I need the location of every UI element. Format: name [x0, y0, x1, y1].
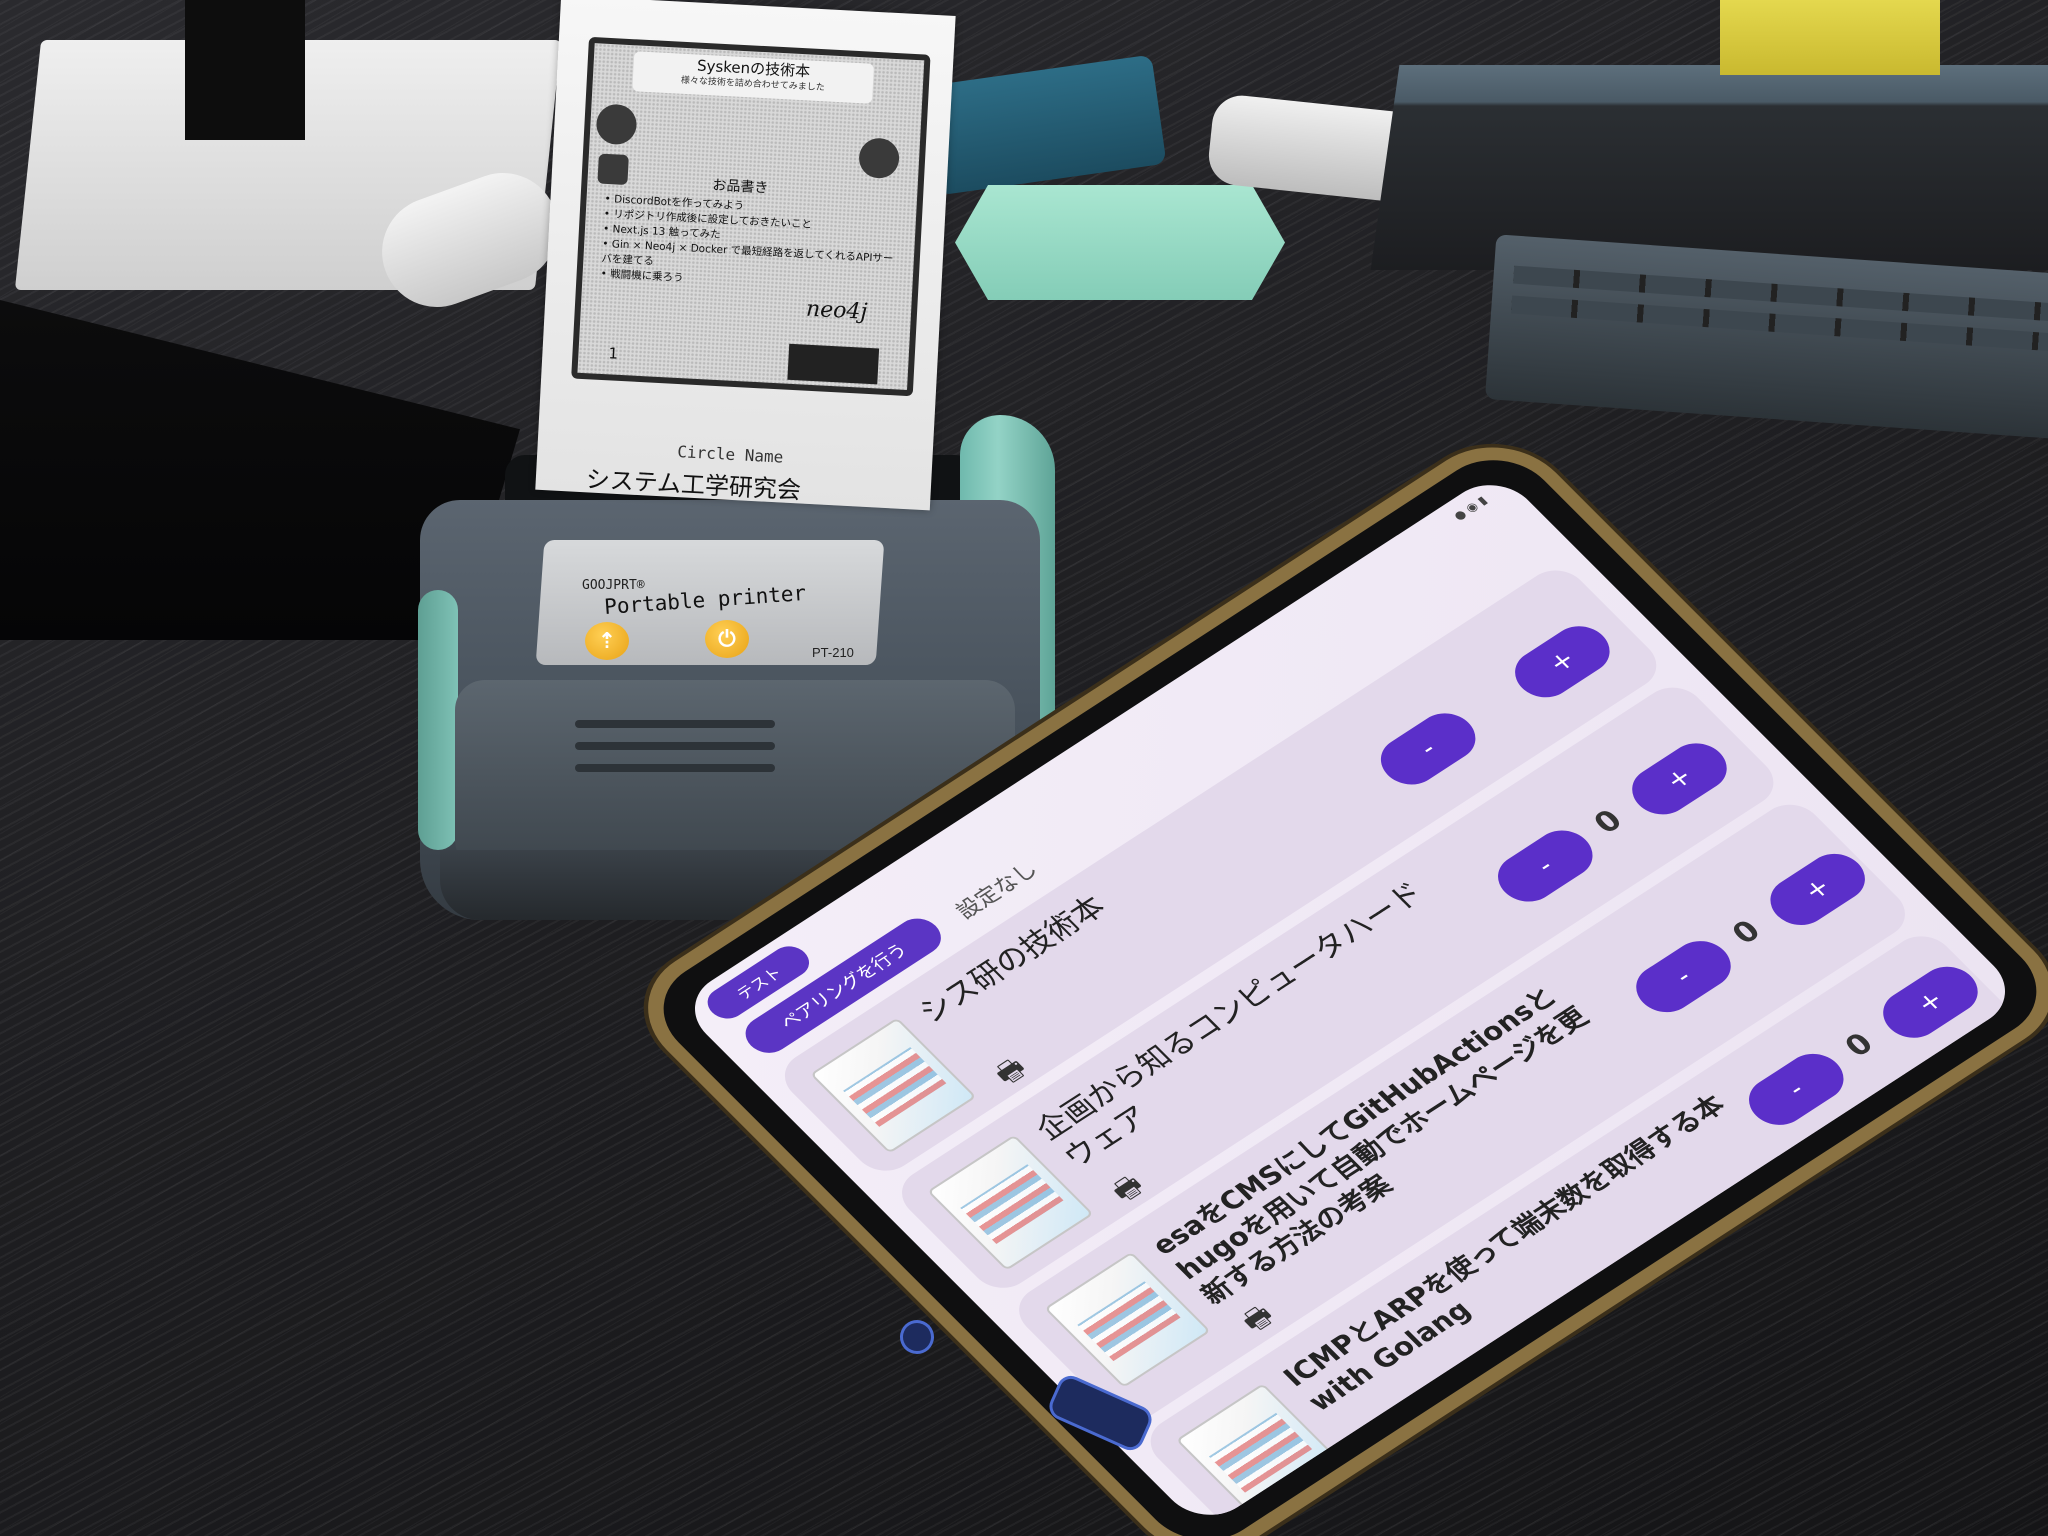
- printed-receipt: Syskenの技術本 様々な技術を詰め合わせてみました お品書き Discord…: [535, 0, 956, 511]
- status-bar-icons: ● ◉ ▮: [1450, 493, 1491, 523]
- power-icon: ⏻: [718, 626, 736, 652]
- receipt-icon-circle: [595, 103, 638, 146]
- receipt-title-box: Syskenの技術本 様々な技術を詰め合わせてみました: [632, 51, 875, 104]
- receipt-menu-list: DiscordBotを作ってみよう リポジトリ作成後に設定しておきたいこと Ne…: [600, 192, 904, 298]
- decrement-button[interactable]: -: [1369, 703, 1488, 794]
- printer-brand: GOOJPRT®: [582, 578, 645, 593]
- printer-model-number: PT-210: [812, 645, 854, 660]
- printer-side-trim-left: [418, 590, 458, 850]
- book-cover: [809, 1017, 977, 1154]
- printer-power-button[interactable]: ⏻: [705, 620, 749, 658]
- increment-button[interactable]: +: [1620, 733, 1739, 824]
- printer-icon[interactable]: 🖶: [1232, 1296, 1289, 1345]
- increment-button[interactable]: +: [1503, 616, 1622, 707]
- black-strap: [185, 0, 305, 140]
- quantity-value: 0: [1837, 1027, 1881, 1064]
- hexagon-pad: [955, 185, 1285, 300]
- receipt-icon-circle: [858, 137, 901, 180]
- receipt-printed-image: Syskenの技術本 様々な技術を詰め合わせてみました お品書き Discord…: [571, 36, 931, 397]
- receipt-dark-block: [787, 343, 880, 385]
- quantity-value: 0: [1586, 803, 1630, 841]
- printer-feed-button[interactable]: ⇡: [585, 622, 629, 660]
- receipt-page-number: 1: [608, 344, 619, 363]
- decrement-button[interactable]: -: [1624, 931, 1743, 1022]
- photo-scene: GOOJPRT® Portable printer PT-210 ⇡ ⏻ Sys…: [0, 0, 2048, 1536]
- receipt-circle-label: Circle Name: [676, 442, 784, 467]
- printer-icon[interactable]: 🖶: [1102, 1166, 1159, 1215]
- receipt-heading: お品書き: [712, 177, 769, 197]
- yellow-box: [1720, 0, 1940, 75]
- decrement-button[interactable]: -: [1486, 821, 1605, 911]
- discord-icon: [597, 153, 629, 186]
- quantity-value: 0: [1725, 914, 1769, 951]
- increment-button[interactable]: +: [1758, 844, 1877, 935]
- neo4j-logo: neo4j: [805, 296, 868, 325]
- foam-block: [1370, 65, 2048, 270]
- printer-icon[interactable]: 🖶: [984, 1049, 1041, 1098]
- paper-feed-icon: ⇡: [597, 628, 617, 654]
